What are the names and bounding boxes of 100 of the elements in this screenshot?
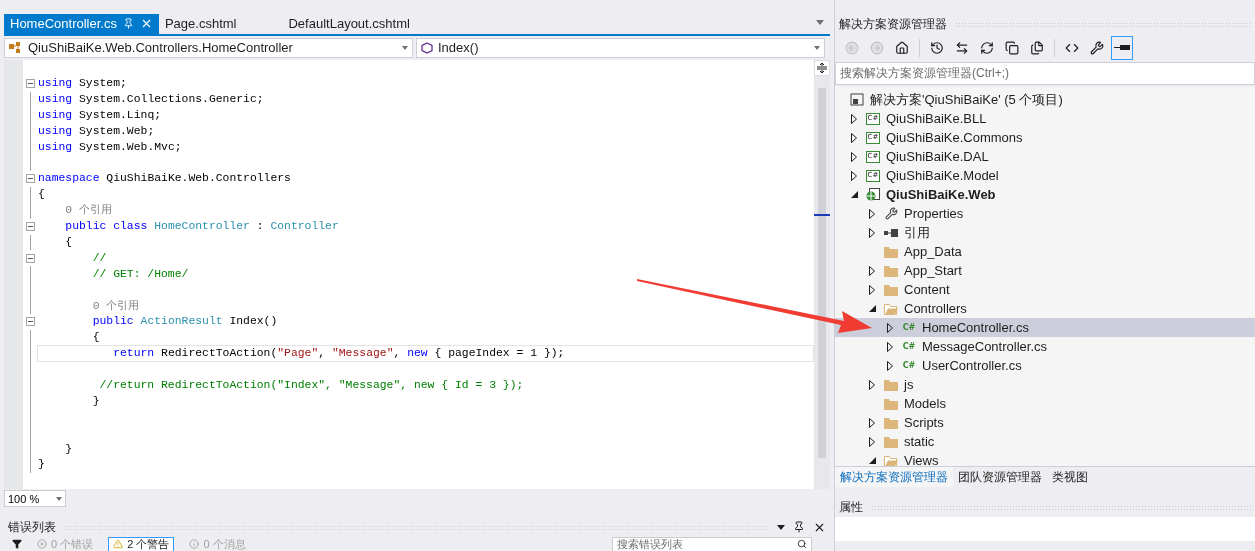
code-line: } bbox=[37, 457, 46, 473]
code-line: 0 个引用 bbox=[64, 203, 113, 219]
code-line: // bbox=[91, 250, 108, 266]
code-icon bbox=[1065, 41, 1079, 55]
document-tab[interactable]: Page.cshtml bbox=[158, 13, 243, 34]
clock-icon bbox=[930, 41, 944, 55]
tree-item[interactable]: App_Data bbox=[835, 242, 1255, 261]
expand-arrow-icon[interactable] bbox=[869, 265, 875, 276]
code-line: using System.Linq; bbox=[37, 107, 163, 123]
tree-item[interactable]: C# MessageController.cs bbox=[835, 337, 1255, 356]
code-line: using System.Web.Mvc; bbox=[37, 139, 183, 155]
type-dropdown[interactable]: QiuShiBaiKe.Web.Controllers.HomeController bbox=[4, 37, 413, 58]
zoom-dropdown[interactable]: 100 % bbox=[4, 490, 66, 508]
tree-item[interactable]: Scripts bbox=[835, 413, 1255, 432]
toolbar-button[interactable] bbox=[1111, 36, 1133, 60]
code-line: { bbox=[91, 330, 101, 346]
back-icon bbox=[845, 41, 859, 55]
code-line: using System.Collections.Generic; bbox=[37, 91, 265, 107]
solution-icon bbox=[850, 93, 864, 106]
search-field[interactable]: 搜索解决方案资源管理器(Ctrl+;) bbox=[835, 62, 1255, 85]
tree-item[interactable]: Properties bbox=[835, 204, 1255, 223]
panel-title: 属性 bbox=[839, 498, 863, 516]
collapse-arrow-icon[interactable] bbox=[868, 305, 876, 312]
code-line: namespace QiuShiBaiKe.Web.Controllers bbox=[37, 171, 292, 187]
panel-tab[interactable]: 团队资源管理器 bbox=[953, 467, 1047, 487]
sync-icon bbox=[955, 41, 969, 55]
expand-arrow-icon[interactable] bbox=[869, 417, 875, 428]
expand-arrow-icon[interactable] bbox=[851, 170, 857, 181]
tree-item[interactable]: C# UserController.cs bbox=[835, 356, 1255, 375]
expand-arrow-icon[interactable] bbox=[887, 360, 893, 371]
csharp-file-icon: C# bbox=[902, 342, 916, 351]
class-icon bbox=[9, 41, 23, 54]
tree-item[interactable]: 引用 bbox=[835, 223, 1255, 242]
warning-icon bbox=[113, 539, 124, 550]
panel-title: 解决方案资源管理器 bbox=[839, 15, 947, 33]
folder-icon bbox=[884, 264, 898, 277]
collapse-arrow-icon[interactable] bbox=[850, 191, 858, 198]
filter-toggle[interactable]: 2 个警告 bbox=[108, 537, 175, 551]
member-dropdown[interactable]: Index() bbox=[416, 37, 825, 58]
fold-toggle-icon[interactable] bbox=[25, 253, 35, 263]
cube-icon bbox=[421, 41, 433, 54]
web-project-icon bbox=[866, 188, 880, 201]
expand-arrow-icon[interactable] bbox=[851, 132, 857, 143]
forward-icon bbox=[870, 41, 884, 55]
fold-toggle-icon[interactable] bbox=[25, 174, 35, 184]
csharp-file-icon: C# bbox=[902, 323, 916, 332]
code-line: using System; bbox=[37, 76, 128, 92]
panel-tab[interactable]: 类视图 bbox=[1047, 467, 1093, 487]
tree-item[interactable]: static bbox=[835, 432, 1255, 451]
collapse-all-icon bbox=[1005, 41, 1019, 55]
dropdown-caret-icon[interactable] bbox=[777, 524, 785, 530]
tree-item[interactable]: QiuShiBaiKe.Web bbox=[835, 185, 1255, 204]
document-tab[interactable]: DefaultLayout.cshtml bbox=[282, 13, 416, 34]
code-line: } bbox=[91, 393, 101, 409]
fold-toggle-icon[interactable] bbox=[25, 79, 35, 89]
folder-icon bbox=[884, 245, 898, 258]
code-line: using System.Web; bbox=[37, 123, 156, 139]
tree-item[interactable]: App_Start bbox=[835, 261, 1255, 280]
home-icon bbox=[895, 41, 909, 55]
expand-arrow-icon[interactable] bbox=[869, 379, 875, 390]
expand-arrow-icon[interactable] bbox=[869, 436, 875, 447]
folder-icon bbox=[884, 378, 898, 391]
code-line: public class HomeController : Controller bbox=[64, 219, 340, 235]
tree-item[interactable]: js bbox=[835, 375, 1255, 394]
expand-arrow-icon[interactable] bbox=[869, 208, 875, 219]
error-icon bbox=[37, 539, 47, 550]
preview-icon bbox=[1114, 45, 1130, 51]
wrench-icon bbox=[884, 207, 898, 220]
references-icon bbox=[884, 228, 898, 237]
code-line: { bbox=[64, 234, 74, 250]
filter-icon[interactable] bbox=[12, 539, 22, 550]
folder-icon bbox=[884, 283, 898, 296]
search-field[interactable]: 搜索错误列表 bbox=[612, 537, 812, 551]
collapse-arrow-icon[interactable] bbox=[868, 457, 876, 464]
tree-item[interactable]: Controllers bbox=[835, 299, 1255, 318]
fold-toggle-icon[interactable] bbox=[25, 222, 35, 232]
folder-icon bbox=[884, 397, 898, 410]
info-icon bbox=[189, 539, 200, 550]
expand-arrow-icon[interactable] bbox=[887, 341, 893, 352]
code-line: { bbox=[37, 187, 46, 203]
open-folder-icon bbox=[883, 302, 899, 315]
expand-arrow-icon[interactable] bbox=[887, 322, 893, 333]
search-icon bbox=[797, 539, 807, 550]
expand-arrow-icon[interactable] bbox=[851, 151, 857, 162]
tree-item[interactable]: C# HomeController.cs bbox=[835, 318, 1255, 337]
folder-icon bbox=[884, 435, 898, 448]
pin-icon[interactable] bbox=[793, 521, 805, 534]
tree-item[interactable]: Content bbox=[835, 280, 1255, 299]
panel-tab[interactable]: 解决方案资源管理器 bbox=[835, 467, 953, 487]
expand-arrow-icon[interactable] bbox=[851, 113, 857, 124]
expand-arrow-icon[interactable] bbox=[869, 227, 875, 238]
tree-item[interactable]: 解决方案'QiuShiBaiKe' (5 个项目) bbox=[835, 90, 1255, 109]
scrollbar[interactable] bbox=[814, 59, 830, 490]
fold-toggle-icon[interactable] bbox=[25, 317, 35, 327]
tree-item[interactable]: Models bbox=[835, 394, 1255, 413]
code-line: } bbox=[64, 441, 74, 457]
code-line: //return RedirectToAction("Index", "Message", new { Id = 3 }); bbox=[98, 378, 525, 393]
expand-arrow-icon[interactable] bbox=[869, 284, 875, 295]
refresh-icon bbox=[980, 41, 994, 55]
code-line: // GET: /Home/ bbox=[91, 266, 190, 282]
